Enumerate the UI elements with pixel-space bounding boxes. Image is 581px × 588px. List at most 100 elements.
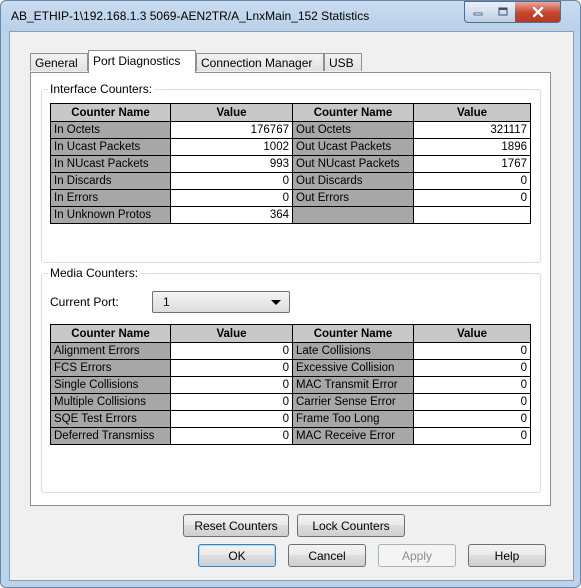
column-header: Counter Name bbox=[292, 103, 414, 122]
port-diagnostics-panel: Interface Counters: Counter Name Value C… bbox=[30, 72, 551, 537]
counter-value-cell: 0 bbox=[170, 342, 293, 360]
counter-value-cell: 0 bbox=[413, 359, 531, 377]
close-icon bbox=[532, 6, 543, 18]
counter-value-cell: 993 bbox=[170, 155, 293, 173]
table-row: SQE Test Errors 0 Frame Too Long 0 bbox=[50, 410, 531, 428]
table-row: Single Collisions 0 MAC Transmit Error 0 bbox=[50, 376, 531, 394]
table-header-row: Counter Name Value Counter Name Value bbox=[50, 324, 531, 343]
table-row: In Ucast Packets 1002 Out Ucast Packets … bbox=[50, 138, 531, 156]
counter-value-cell: 0 bbox=[413, 342, 531, 360]
counter-value-cell: 0 bbox=[170, 172, 293, 190]
column-header: Counter Name bbox=[292, 324, 414, 343]
counter-name-cell: Out Discards bbox=[292, 172, 414, 190]
tab-label: Port Diagnostics bbox=[93, 54, 181, 68]
tab-label: USB bbox=[329, 56, 354, 70]
media-counters-label: Media Counters: bbox=[48, 266, 141, 280]
table-row: In Errors 0 Out Errors 0 bbox=[50, 189, 531, 207]
counter-value-cell: 1002 bbox=[170, 138, 293, 156]
tab-connection-manager[interactable]: Connection Manager bbox=[196, 53, 324, 71]
counter-value-cell: 0 bbox=[170, 410, 293, 428]
cancel-button[interactable]: Cancel bbox=[288, 544, 366, 567]
counter-name-cell: In Errors bbox=[50, 189, 171, 207]
counter-name-cell: Excessive Collision bbox=[292, 359, 414, 377]
current-port-label: Current Port: bbox=[50, 295, 119, 309]
interface-counters-label: Interface Counters: bbox=[48, 82, 155, 96]
counter-value-cell: 0 bbox=[413, 427, 531, 445]
lock-counters-button[interactable]: Lock Counters bbox=[297, 514, 405, 537]
column-header: Value bbox=[413, 324, 531, 343]
title-bar[interactable]: AB_ETHIP-1\192.168.1.3 5069-AEN2TR/A_Lnx… bbox=[1, 1, 580, 31]
counter-name-cell: Out Octets bbox=[292, 121, 414, 139]
tab-label: Connection Manager bbox=[201, 56, 313, 70]
column-header: Counter Name bbox=[50, 103, 171, 122]
close-button[interactable] bbox=[515, 1, 561, 23]
reset-counters-button[interactable]: Reset Counters bbox=[183, 514, 289, 537]
counter-value-cell: 321117 bbox=[413, 121, 531, 139]
counter-name-cell: Late Collisions bbox=[292, 342, 414, 360]
counter-name-cell: Deferred Transmiss bbox=[50, 427, 171, 445]
counter-name-cell: Carrier Sense Error bbox=[292, 393, 414, 411]
counter-name-cell: Multiple Collisions bbox=[50, 393, 171, 411]
apply-button[interactable]: Apply bbox=[378, 544, 456, 567]
counter-name-cell: SQE Test Errors bbox=[50, 410, 171, 428]
table-row: FCS Errors 0 Excessive Collision 0 bbox=[50, 359, 531, 377]
window-title: AB_ETHIP-1\192.168.1.3 5069-AEN2TR/A_Lnx… bbox=[11, 9, 370, 23]
counter-name-cell: MAC Receive Error bbox=[292, 427, 414, 445]
counter-value-cell: 176767 bbox=[170, 121, 293, 139]
media-counters-group: Media Counters: Current Port: 1 Counter … bbox=[41, 266, 541, 493]
counter-value-cell: 0 bbox=[413, 172, 531, 190]
counter-name-cell: In NUcast Packets bbox=[50, 155, 171, 173]
counter-value-cell: 0 bbox=[170, 393, 293, 411]
table-row: Alignment Errors 0 Late Collisions 0 bbox=[50, 342, 531, 360]
counter-value-cell: 0 bbox=[170, 359, 293, 377]
help-button[interactable]: Help bbox=[468, 544, 546, 567]
column-header: Value bbox=[170, 103, 293, 122]
counter-value-cell: 0 bbox=[170, 189, 293, 207]
counter-name-cell: Out Errors bbox=[292, 189, 414, 207]
current-port-select[interactable]: 1 bbox=[152, 291, 290, 313]
empty-value-cell bbox=[413, 206, 531, 224]
maximize-button[interactable] bbox=[490, 1, 516, 23]
counter-name-cell: In Ucast Packets bbox=[50, 138, 171, 156]
counter-value-cell: 0 bbox=[413, 189, 531, 207]
tab-usb[interactable]: USB bbox=[324, 53, 362, 71]
tab-port-diagnostics[interactable]: Port Diagnostics bbox=[88, 50, 196, 73]
table-row: Deferred Transmiss 0 MAC Receive Error 0 bbox=[50, 427, 531, 445]
counter-value-cell: 1767 bbox=[413, 155, 531, 173]
counter-name-cell: Out NUcast Packets bbox=[292, 155, 414, 173]
interface-counters-group: Interface Counters: Counter Name Value C… bbox=[41, 82, 541, 263]
table-row: In Unknown Protos 364 bbox=[50, 206, 531, 224]
statistics-dialog: AB_ETHIP-1\192.168.1.3 5069-AEN2TR/A_Lnx… bbox=[0, 0, 581, 588]
table-row: In Discards 0 Out Discards 0 bbox=[50, 172, 531, 190]
counter-name-cell: In Octets bbox=[50, 121, 171, 139]
counter-value-cell: 0 bbox=[170, 376, 293, 394]
table-header-row: Counter Name Value Counter Name Value bbox=[50, 103, 531, 122]
tab-label: General bbox=[35, 56, 78, 70]
tab-general[interactable]: General bbox=[30, 53, 88, 71]
maximize-icon bbox=[498, 7, 507, 16]
interface-counters-table: Counter Name Value Counter Name Value In… bbox=[50, 103, 531, 224]
counter-name-cell: MAC Transmit Error bbox=[292, 376, 414, 394]
minimize-icon bbox=[473, 12, 483, 16]
counter-value-cell: 0 bbox=[413, 410, 531, 428]
minimize-button[interactable] bbox=[464, 1, 492, 23]
counter-value-cell: 0 bbox=[413, 376, 531, 394]
dialog-body: General Port Diagnostics Connection Mana… bbox=[9, 31, 574, 581]
counter-name-cell: FCS Errors bbox=[50, 359, 171, 377]
counter-name-cell: Single Collisions bbox=[50, 376, 171, 394]
table-row: Multiple Collisions 0 Carrier Sense Erro… bbox=[50, 393, 531, 411]
table-row: In Octets 176767 Out Octets 321117 bbox=[50, 121, 531, 139]
counter-name-cell: Alignment Errors bbox=[50, 342, 171, 360]
counter-name-cell: Out Ucast Packets bbox=[292, 138, 414, 156]
ok-button[interactable]: OK bbox=[198, 544, 276, 567]
counter-value-cell: 0 bbox=[413, 393, 531, 411]
column-header: Value bbox=[413, 103, 531, 122]
current-port-value: 1 bbox=[163, 295, 170, 309]
column-header: Counter Name bbox=[50, 324, 171, 343]
counter-name-cell: In Unknown Protos bbox=[50, 206, 171, 224]
column-header: Value bbox=[170, 324, 293, 343]
counter-name-cell: Frame Too Long bbox=[292, 410, 414, 428]
empty-name-cell bbox=[292, 206, 414, 224]
counter-value-cell: 0 bbox=[170, 427, 293, 445]
media-counters-table: Counter Name Value Counter Name Value Al… bbox=[50, 324, 531, 445]
